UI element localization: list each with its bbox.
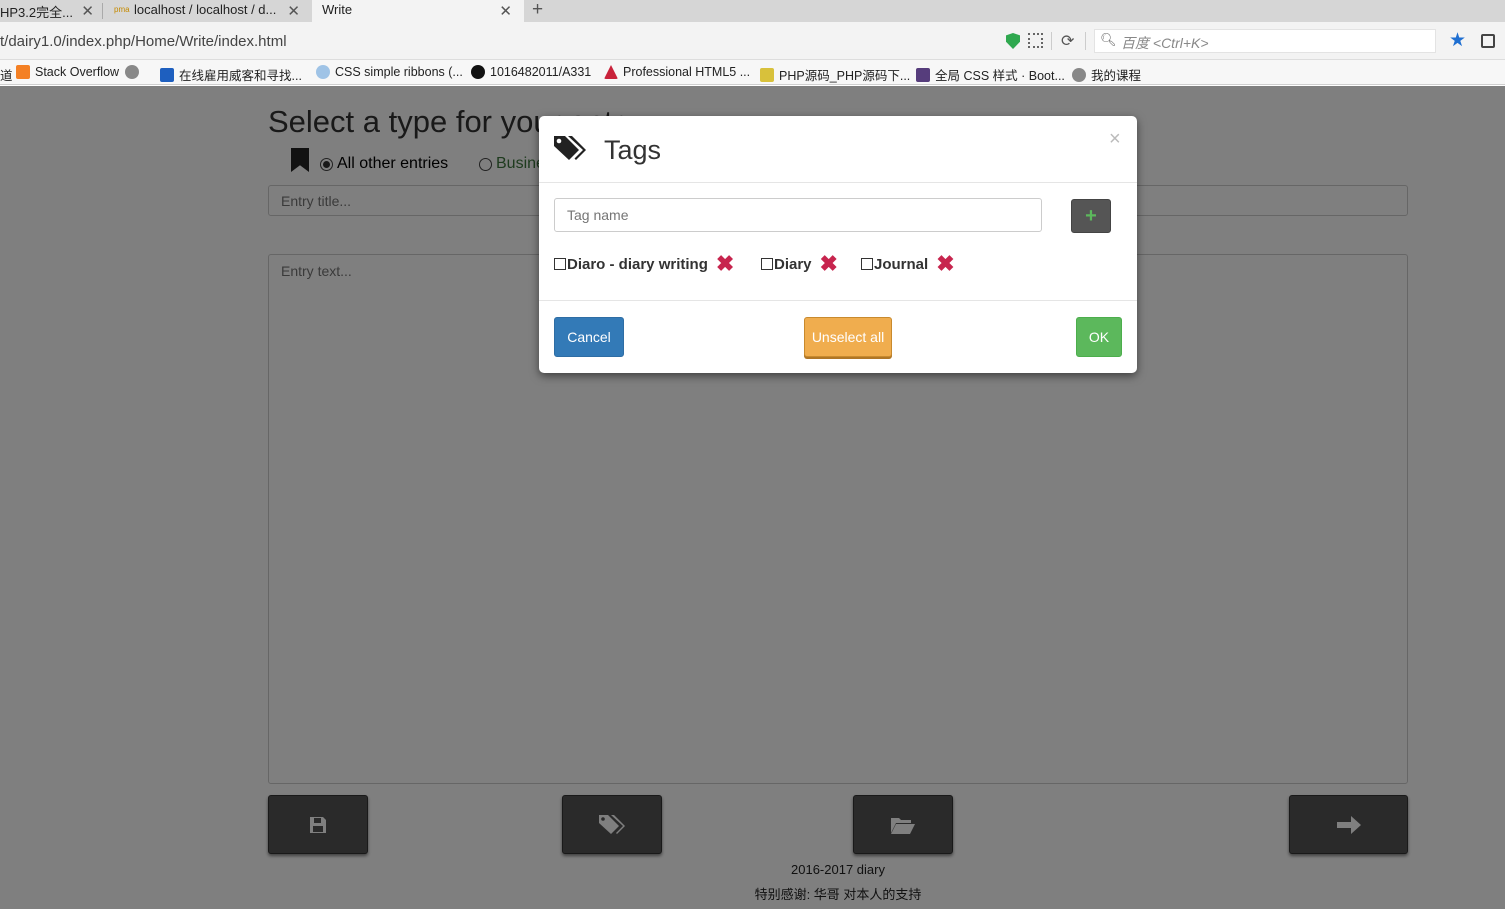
bookmark-label: 1016482011/A331 bbox=[490, 65, 592, 79]
divider bbox=[1051, 32, 1052, 50]
bookmark-stackoverflow[interactable]: Stack Overflow bbox=[16, 65, 144, 79]
tag-label: Diaro - diary writing bbox=[567, 255, 708, 273]
divider bbox=[1085, 32, 1086, 50]
bookmark-item[interactable]: 全局 CSS 样式 · Boot... bbox=[916, 65, 1065, 84]
bookmark-item[interactable]: 1016482011/A331 bbox=[471, 65, 591, 79]
tab-label: Write bbox=[322, 2, 353, 17]
tag-label: Journal bbox=[874, 255, 929, 273]
tag-item[interactable]: Journal ✖ bbox=[861, 253, 955, 275]
triangle-icon bbox=[604, 65, 618, 79]
tab-label: localhost / localhost / d... bbox=[134, 2, 277, 17]
delete-tag-icon[interactable]: ✖ bbox=[716, 253, 734, 275]
modal-footer-divider bbox=[539, 300, 1137, 301]
bookmark-label: Stack Overflow bbox=[35, 65, 120, 79]
ok-button[interactable]: OK bbox=[1076, 317, 1122, 357]
cancel-button[interactable]: Cancel bbox=[554, 317, 624, 357]
tag-name-input[interactable] bbox=[554, 198, 1042, 232]
tab-label: HP3.2完全... bbox=[0, 5, 73, 20]
tags-modal: Tags × + Diaro - diary writing ✖ Diary ✖… bbox=[539, 116, 1137, 373]
y-icon bbox=[160, 67, 174, 82]
globe-icon bbox=[1072, 67, 1086, 82]
tag-checkbox[interactable] bbox=[861, 258, 873, 270]
tag-item[interactable]: Diaro - diary writing ✖ bbox=[554, 253, 734, 275]
modal-title: Tags bbox=[604, 135, 662, 165]
pma-icon: pma bbox=[114, 5, 130, 14]
close-icon[interactable]: ✕ bbox=[499, 2, 512, 20]
close-icon[interactable]: ✕ bbox=[81, 2, 94, 20]
globe-icon bbox=[125, 65, 140, 79]
bootstrap-icon bbox=[916, 67, 930, 82]
bookmark-label: 我的课程 bbox=[1091, 69, 1142, 83]
tag-label: Diary bbox=[774, 255, 812, 273]
browser-tab-1[interactable]: HP3.2完全... ✕ bbox=[0, 0, 98, 22]
bookmark-item[interactable]: 在线雇用威客和寻找... bbox=[160, 65, 302, 84]
browser-tab-bar: HP3.2完全... ✕ pma localhost / localhost /… bbox=[0, 0, 1505, 22]
tag-checkbox[interactable] bbox=[554, 258, 566, 270]
bookmark-label: PHP源码_PHP源码下... bbox=[779, 69, 911, 83]
delete-tag-icon[interactable]: ✖ bbox=[936, 253, 954, 275]
bookmark-label: Professional HTML5 ... bbox=[623, 65, 751, 79]
close-icon[interactable]: ✕ bbox=[287, 2, 300, 20]
bookmark-label: 全局 CSS 样式 · Boot... bbox=[935, 69, 1065, 83]
add-tag-button[interactable]: + bbox=[1071, 199, 1111, 233]
star-icon[interactable]: ★ bbox=[1449, 29, 1466, 52]
unselect-all-button[interactable]: Unselect all bbox=[804, 317, 892, 357]
bookmark-label: 道 bbox=[0, 69, 13, 83]
bookmark-item[interactable]: CSS simple ribbons (... bbox=[316, 65, 463, 79]
modal-header: Tags × bbox=[539, 116, 1137, 183]
menu-icon[interactable] bbox=[1481, 34, 1495, 48]
search-icon: 🔍︎ bbox=[1100, 32, 1117, 47]
bookmarks-bar: 道 Stack Overflow 在线雇用威客和寻找... CSS simple… bbox=[0, 60, 1505, 85]
browser-tab-write[interactable]: Write ✕ bbox=[312, 0, 524, 22]
bookmark-item[interactable]: Professional HTML5 ... bbox=[604, 65, 750, 79]
shield-icon[interactable] bbox=[1006, 33, 1020, 49]
search-box[interactable]: 🔍︎ 百度 <Ctrl+K> bbox=[1094, 29, 1436, 53]
bookmark-label: 在线雇用威客和寻找... bbox=[179, 69, 302, 83]
bookmark-label: CSS simple ribbons (... bbox=[335, 65, 463, 79]
browser-tab-2[interactable]: pma localhost / localhost / d... ✕ bbox=[110, 0, 310, 22]
new-tab-button[interactable]: + bbox=[532, 0, 543, 21]
bookmark-item[interactable]: PHP源码_PHP源码下... bbox=[760, 65, 910, 84]
search-placeholder: 百度 <Ctrl+K> bbox=[1121, 35, 1209, 51]
bookmark-item[interactable]: 我的课程 bbox=[1072, 65, 1141, 84]
qr-code-icon[interactable] bbox=[1028, 33, 1043, 48]
stackoverflow-icon bbox=[16, 65, 30, 79]
tag-item[interactable]: Diary ✖ bbox=[761, 253, 838, 275]
tab-divider bbox=[102, 3, 103, 19]
github-icon bbox=[471, 65, 485, 79]
cloud-icon bbox=[316, 65, 330, 79]
close-button[interactable]: × bbox=[1109, 128, 1121, 151]
delete-tag-icon[interactable]: ✖ bbox=[820, 253, 838, 275]
address-bar: t/dairy1.0/index.php/Home/Write/index.ht… bbox=[0, 22, 1505, 60]
refresh-icon[interactable]: ⟳ bbox=[1061, 31, 1074, 51]
bookmark-item[interactable]: 道 bbox=[0, 65, 13, 84]
php-icon bbox=[760, 67, 774, 82]
tags-icon bbox=[554, 136, 586, 160]
url-field[interactable]: t/dairy1.0/index.php/Home/Write/index.ht… bbox=[0, 33, 287, 50]
tag-checkbox[interactable] bbox=[761, 258, 773, 270]
